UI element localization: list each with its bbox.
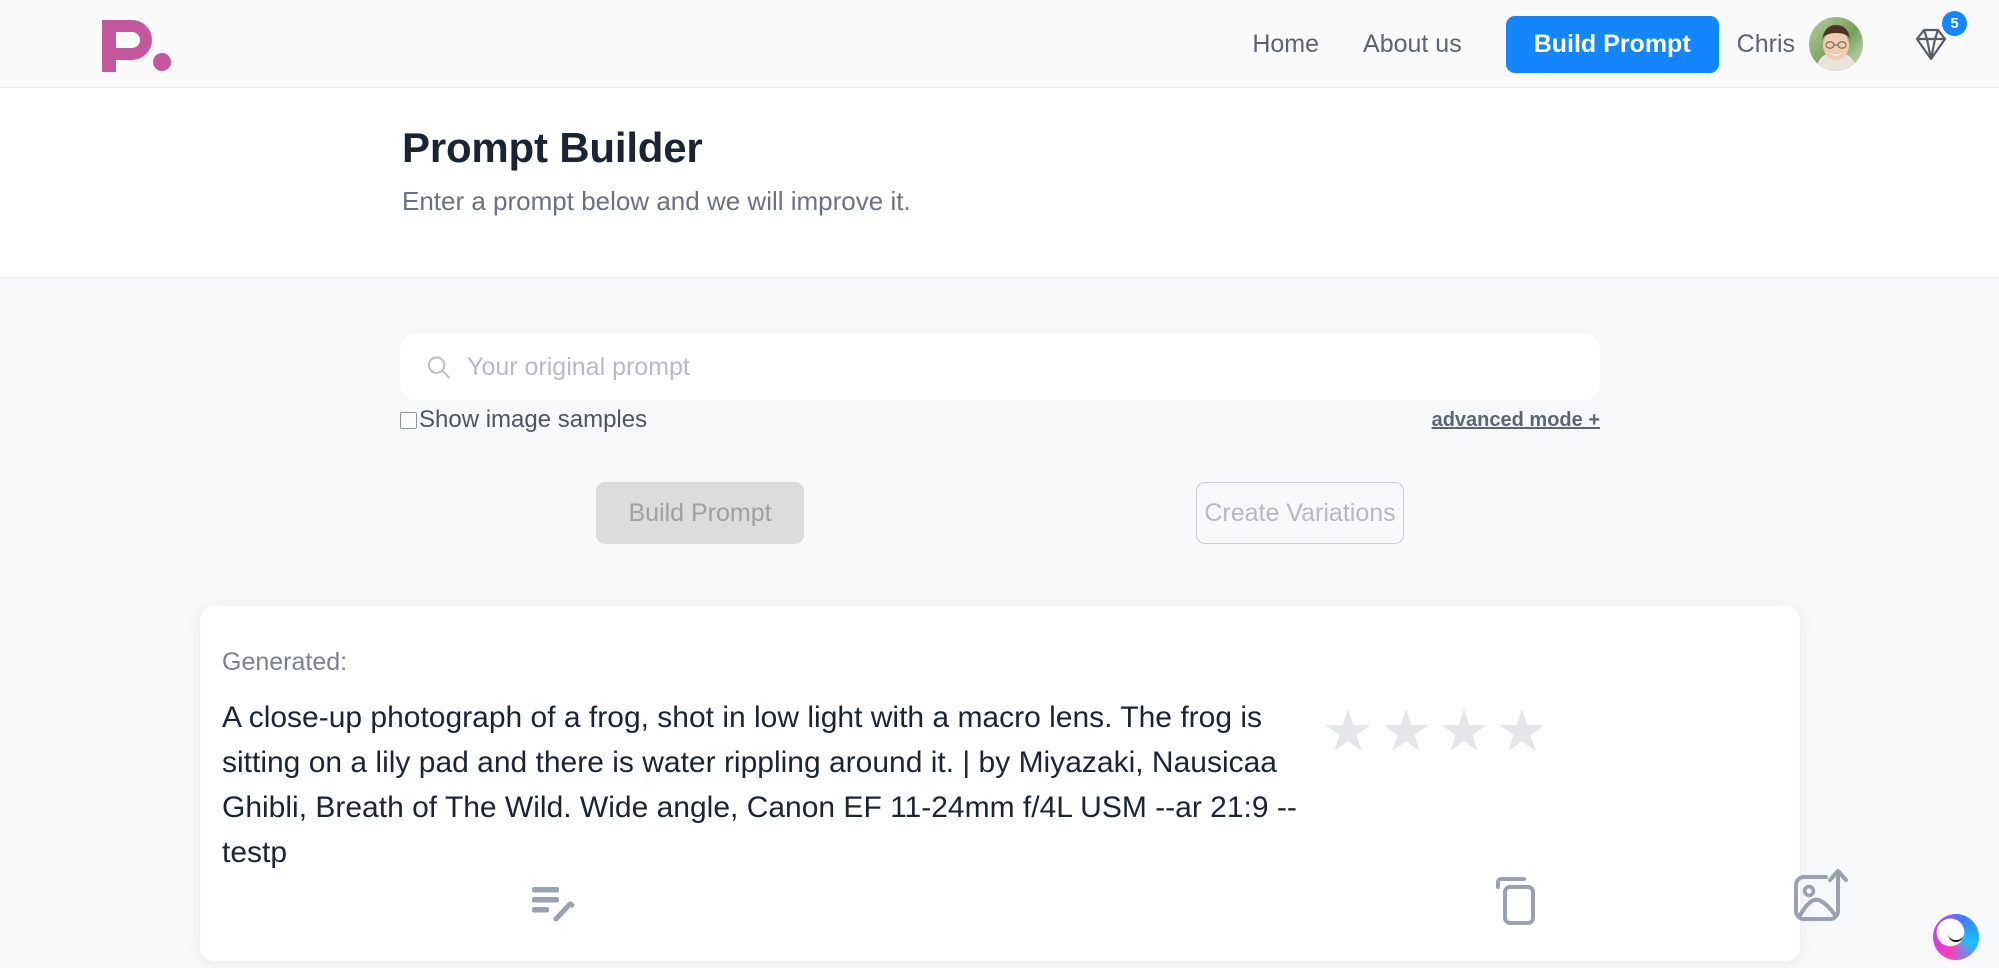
brand-logo[interactable]	[96, 16, 174, 72]
user-name-label: Chris	[1736, 29, 1795, 58]
gem-badge-count: 5	[1942, 11, 1967, 36]
search-options-row: Show image samples advanced mode +	[400, 406, 1600, 434]
copy-icon[interactable]	[1490, 873, 1542, 934]
avatar-photo	[1809, 17, 1863, 71]
search-input[interactable]	[467, 352, 1574, 382]
copy-icon-glyph	[1496, 877, 1535, 925]
avatar[interactable]	[1809, 17, 1863, 71]
show-image-samples-checkbox[interactable]	[400, 411, 417, 429]
rating-stars[interactable]: ★ ★ ★ ★	[1322, 703, 1548, 761]
advanced-mode-link[interactable]: advanced mode +	[1432, 409, 1600, 432]
logo-p-mark	[102, 19, 171, 72]
hero-section: Prompt Builder Enter a prompt below and …	[0, 88, 1999, 278]
main-content: Show image samples advanced mode + Build…	[0, 278, 1999, 968]
show-image-samples-label: Show image samples	[419, 406, 648, 433]
show-image-samples-group[interactable]: Show image samples	[400, 406, 647, 434]
search-icon	[427, 356, 451, 379]
image-upload-icon-glyph	[1794, 869, 1848, 921]
card-action-icons	[200, 869, 1848, 943]
generated-body: A close-up photograph of a frog, shot in…	[222, 677, 1800, 875]
generated-result-card: Generated: A close-up photograph of a fr…	[200, 606, 1848, 961]
page-subtitle: Enter a prompt below and we will improve…	[402, 186, 911, 216]
edit-text-icon-glyph	[532, 887, 575, 922]
prompt-input-section: Show image samples advanced mode +	[400, 334, 1600, 434]
nav-home[interactable]: Home	[1230, 30, 1341, 59]
edit-text-icon[interactable]	[530, 881, 578, 932]
chat-assistant-widget[interactable]	[1933, 914, 1979, 960]
action-buttons-row: Build Prompt Create Variations	[400, 482, 1600, 544]
primary-nav: Home About us Build Prompt Chris 5	[1230, 0, 1977, 88]
nav-about-us[interactable]: About us	[1341, 30, 1484, 59]
chat-smile-icon	[1948, 934, 1964, 942]
create-variations-button[interactable]: Create Variations	[1196, 482, 1404, 544]
header-build-prompt-button[interactable]: Build Prompt	[1505, 15, 1719, 73]
build-prompt-button[interactable]: Build Prompt	[596, 482, 804, 544]
rating-star-4[interactable]: ★	[1496, 703, 1548, 761]
rating-star-3[interactable]: ★	[1438, 703, 1490, 761]
search-box[interactable]	[400, 334, 1600, 400]
rating-star-1[interactable]: ★	[1322, 703, 1374, 761]
page-title: Prompt Builder	[402, 124, 703, 171]
image-upload-icon[interactable]	[1790, 867, 1852, 934]
gem-credits[interactable]: 5	[1907, 11, 1967, 68]
generated-prompt-text[interactable]: A close-up photograph of a frog, shot in…	[222, 695, 1312, 875]
rating-star-2[interactable]: ★	[1380, 703, 1432, 761]
generated-label: Generated:	[222, 648, 348, 676]
site-header: Home About us Build Prompt Chris 5	[0, 0, 1999, 88]
